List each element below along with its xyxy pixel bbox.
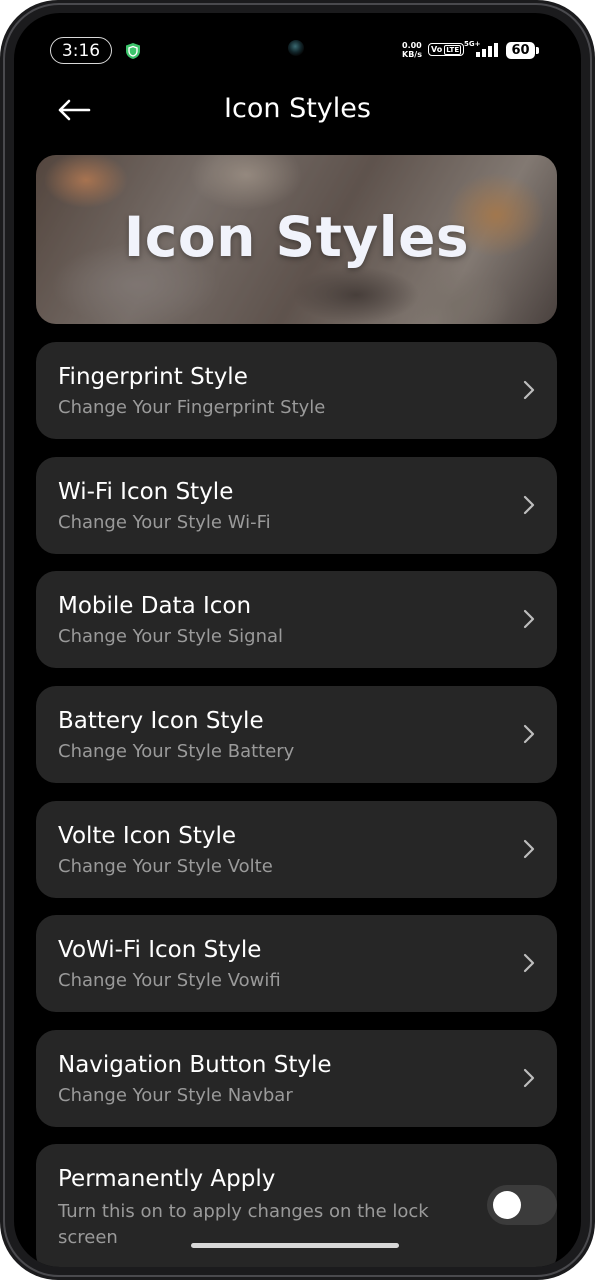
permanently-apply-title: Permanently Apply xyxy=(58,1166,276,1192)
lte-label: LTE xyxy=(444,44,462,55)
back-button[interactable] xyxy=(54,95,94,125)
home-indicator[interactable] xyxy=(191,1243,399,1248)
item-subtitle: Change Your Style Signal xyxy=(58,626,284,647)
item-subtitle: Change Your Fingerprint Style xyxy=(58,397,326,418)
item-subtitle: Change Your Style Wi-Fi xyxy=(58,512,271,533)
arrow-left-icon xyxy=(58,99,91,121)
toggle-knob xyxy=(493,1191,521,1219)
item-title: Battery Icon Style xyxy=(58,708,264,734)
volte-icon-style-item[interactable]: Volte Icon Style Change Your Style Volte xyxy=(36,801,557,898)
volte-label: Vo xyxy=(431,45,443,54)
chevron-right-icon xyxy=(523,495,535,515)
screen: 3:16 0.00 KB/s Vo LTE 5G+ 60 Icon Styles… xyxy=(14,13,581,1267)
fingerprint-style-item[interactable]: Fingerprint Style Change Your Fingerprin… xyxy=(36,342,557,439)
page-title: Icon Styles xyxy=(224,93,371,124)
item-title: VoWi-Fi Icon Style xyxy=(58,937,262,963)
network-speed-unit: KB/s xyxy=(402,50,422,59)
battery-icon: 60 xyxy=(506,42,539,59)
wifi-icon-style-item[interactable]: Wi-Fi Icon Style Change Your Style Wi-Fi xyxy=(36,457,557,554)
chevron-right-icon xyxy=(523,1068,535,1088)
mobile-data-icon-item[interactable]: Mobile Data Icon Change Your Style Signa… xyxy=(36,571,557,668)
device-frame: 3:16 0.00 KB/s Vo LTE 5G+ 60 Icon Styles… xyxy=(0,0,595,1280)
permanently-apply-toggle[interactable] xyxy=(487,1185,557,1225)
network-type: 5G+ xyxy=(464,40,481,48)
item-title: Fingerprint Style xyxy=(58,364,248,390)
item-title: Navigation Button Style xyxy=(58,1052,332,1078)
item-title: Mobile Data Icon xyxy=(58,593,252,619)
navigation-button-style-item[interactable]: Navigation Button Style Change Your Styl… xyxy=(36,1030,557,1127)
item-subtitle: Change Your Style Navbar xyxy=(58,1085,293,1106)
item-title: Wi-Fi Icon Style xyxy=(58,479,234,505)
front-camera xyxy=(288,40,304,56)
item-title: Volte Icon Style xyxy=(58,823,237,849)
item-subtitle: Change Your Style Volte xyxy=(58,856,273,877)
chevron-right-icon xyxy=(523,839,535,859)
vowifi-icon-style-item[interactable]: VoWi-Fi Icon Style Change Your Style Vow… xyxy=(36,915,557,1012)
permanently-apply-item: Permanently Apply Turn this on to apply … xyxy=(36,1144,557,1267)
chevron-right-icon xyxy=(523,724,535,744)
header-banner: Icon Styles xyxy=(36,155,557,324)
battery-icon-style-item[interactable]: Battery Icon Style Change Your Style Bat… xyxy=(36,686,557,783)
network-speed-value: 0.00 xyxy=(402,41,422,50)
item-subtitle: Change Your Style Battery xyxy=(58,741,295,762)
banner-title: Icon Styles xyxy=(123,205,470,269)
shield-icon xyxy=(126,43,140,59)
network-speed: 0.00 KB/s xyxy=(402,41,422,59)
battery-level: 60 xyxy=(506,42,535,59)
status-time: 3:16 xyxy=(50,37,112,64)
permanently-apply-subtitle: Turn this on to apply changes on the loc… xyxy=(58,1201,429,1248)
volte-badge: Vo LTE xyxy=(428,43,465,56)
chevron-right-icon xyxy=(523,380,535,400)
item-subtitle: Change Your Style Vowifi xyxy=(58,970,281,991)
chevron-right-icon xyxy=(523,609,535,629)
chevron-right-icon xyxy=(523,953,535,973)
signal-icon xyxy=(476,43,498,57)
